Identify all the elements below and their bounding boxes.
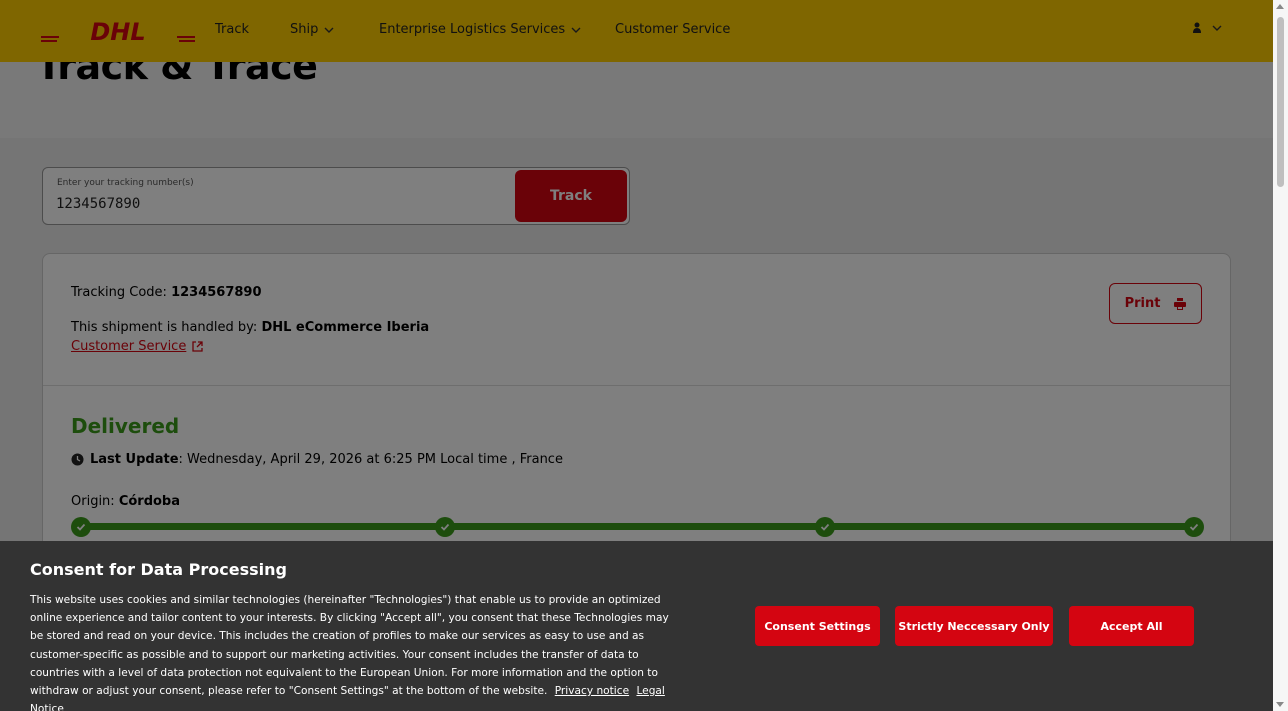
- privacy-notice-link[interactable]: Privacy notice: [555, 685, 629, 697]
- consent-banner: Consent for Data Processing This website…: [0, 541, 1273, 711]
- consent-title: Consent for Data Processing: [30, 560, 287, 579]
- scroll-thumb[interactable]: [1277, 17, 1284, 187]
- scroll-up-arrow-icon[interactable]: [1276, 4, 1284, 9]
- accept-all-button[interactable]: Accept All: [1069, 606, 1194, 646]
- strictly-necessary-button[interactable]: Strictly Neccessary Only: [895, 606, 1053, 646]
- scroll-down-arrow-icon[interactable]: [1276, 702, 1284, 707]
- consent-settings-button[interactable]: Consent Settings: [755, 606, 880, 646]
- page-scrollbar[interactable]: [1273, 0, 1288, 711]
- consent-text: This website uses cookies and similar te…: [30, 591, 680, 711]
- consent-body: This website uses cookies and similar te…: [30, 594, 669, 698]
